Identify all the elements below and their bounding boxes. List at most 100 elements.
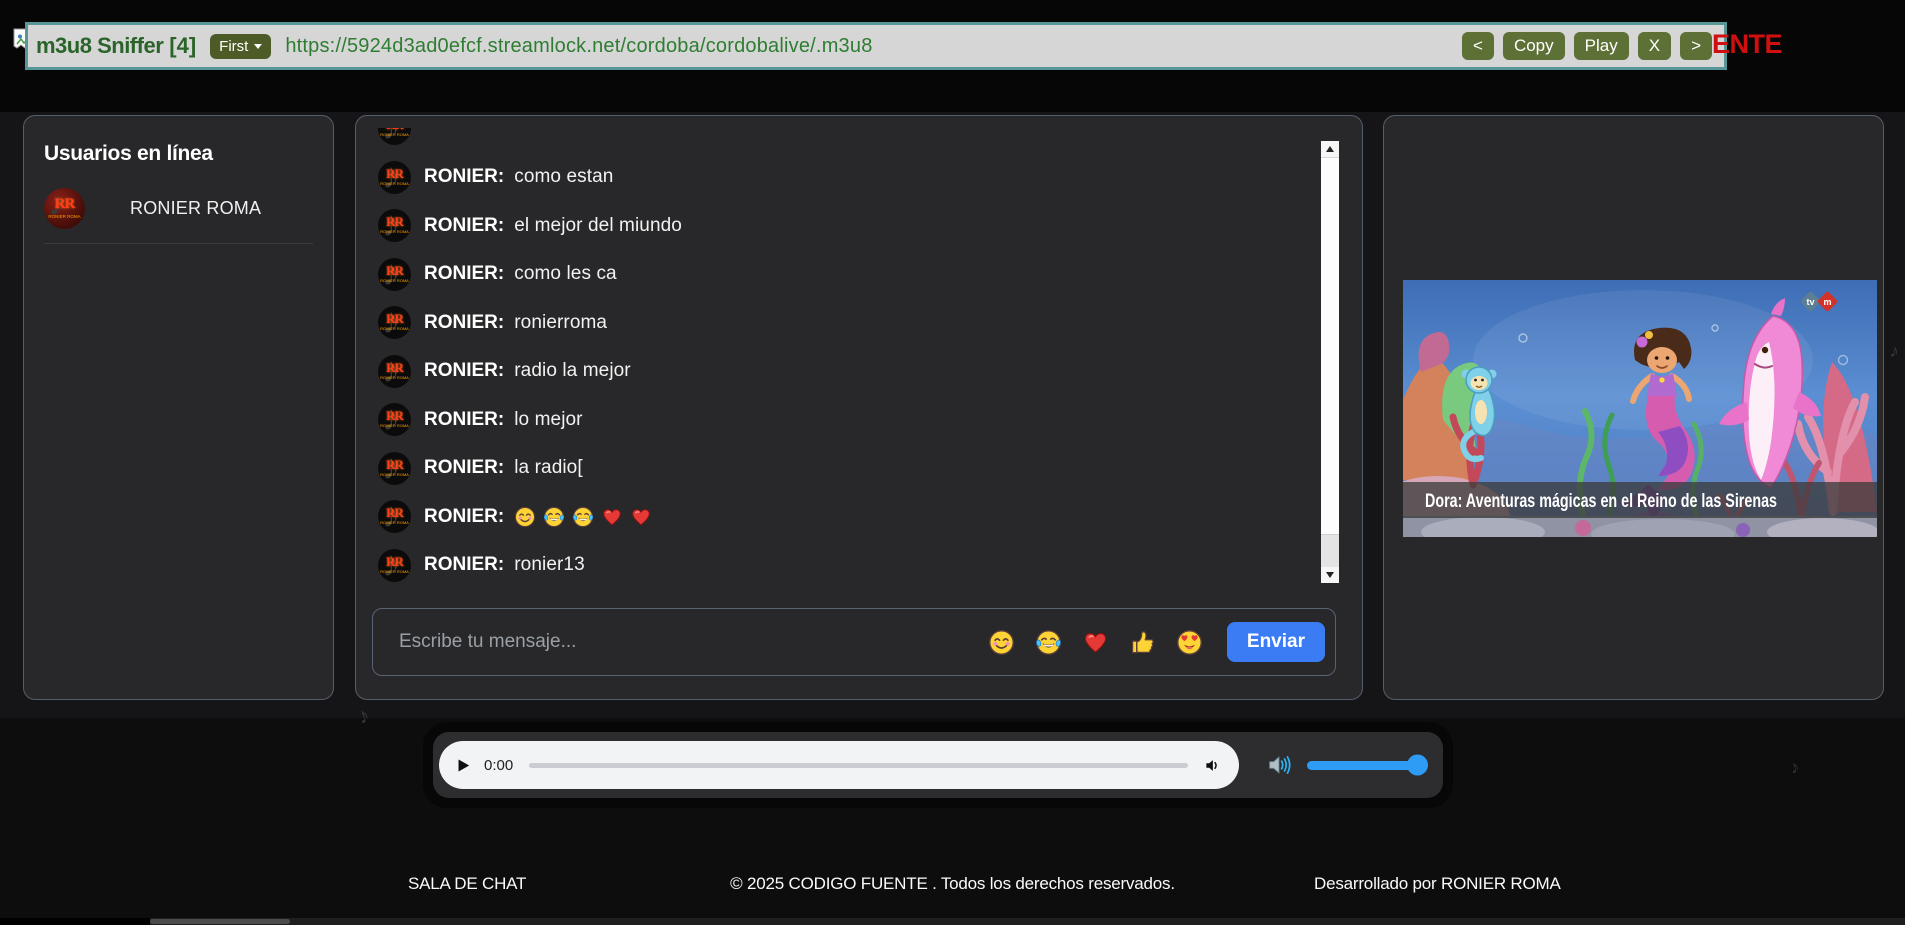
user-avatar: ♪RRRONIER ROMA — [378, 161, 411, 194]
bottom-scrollbar[interactable] — [0, 918, 1905, 925]
chat-message: ♪RRRONIER ROMA RONIER: lo mejor — [378, 403, 1312, 436]
message-text: el mejor del miundo — [514, 215, 682, 237]
footer-left-text: SALA DE CHAT — [408, 874, 526, 894]
source-select-value: First — [219, 38, 248, 55]
chat-message: ♪RRRONIER ROMA RONIER: la radio[ — [378, 452, 1312, 485]
chevron-down-icon — [254, 44, 262, 49]
chat-message: ♪RRRONIER ROMA RONIER: ronier13 — [378, 549, 1312, 582]
speaker-icon — [1267, 752, 1293, 778]
chat-panel: ♪RRRONIER ROMA ♪RRRONIER ROMA RONIER: co… — [355, 115, 1363, 700]
chat-messages-list: ♪RRRONIER ROMA ♪RRRONIER ROMA RONIER: co… — [356, 128, 1312, 598]
close-button[interactable]: X — [1638, 32, 1671, 60]
stream-url-field[interactable] — [283, 34, 1462, 59]
joy-emoji — [543, 506, 565, 528]
message-username: RONIER: — [424, 506, 504, 528]
send-button[interactable]: Enviar — [1227, 622, 1325, 662]
heart-emoji-button[interactable] — [1082, 629, 1109, 656]
play-stream-button[interactable]: Play — [1574, 32, 1629, 60]
scrollbar-track[interactable] — [1321, 535, 1339, 567]
clipped-header-text: ENTE — [1712, 29, 1782, 60]
scroll-down-button[interactable] — [1321, 567, 1339, 583]
sniffer-title: m3u8 Sniffer — [36, 33, 163, 59]
online-users-panel: Usuarios en línea ♪RRRONIER ROMA RONIER … — [23, 115, 334, 700]
message-text: como estan — [514, 166, 613, 188]
dora-artwork: Dora: Aventuras mágicas en el Reino de l… — [1403, 280, 1877, 537]
message-text: radio la mejor — [514, 360, 631, 382]
chat-app-page: ♪♪♪♫♫♪♪♪♪♪♪♪♪♪ m3u8 Sniffer [4] First < … — [0, 0, 1905, 925]
user-avatar: ♪RRRONIER ROMA — [378, 500, 411, 533]
user-avatar: ♪RRRONIER ROMA — [378, 355, 411, 388]
chat-message-partial: ♪RRRONIER ROMA — [378, 128, 1312, 145]
media-thumbnail[interactable]: Dora: Aventuras mágicas en el Reino de l… — [1403, 280, 1877, 537]
media-panel: Dora: Aventuras mágicas en el Reino de l… — [1383, 115, 1884, 700]
message-username: RONIER: — [424, 360, 504, 382]
message-input-bar: Enviar — [372, 608, 1336, 676]
music-note-icon: ♪ — [1788, 757, 1801, 777]
m3u8-sniffer-bar: m3u8 Sniffer [4] First < Copy Play X > — [25, 22, 1727, 70]
seek-bar[interactable] — [529, 763, 1188, 768]
message-text: ronier13 — [514, 554, 585, 576]
user-avatar: ♪RRRONIER ROMA — [378, 549, 411, 582]
bottom-scrollbar-corner — [0, 918, 150, 925]
joy-emoji-button[interactable] — [1035, 629, 1062, 656]
nav-prev-button[interactable]: < — [1462, 32, 1494, 60]
smile-emoji — [514, 506, 536, 528]
chat-message: ♪RRRONIER ROMA RONIER: radio la mejor — [378, 355, 1312, 388]
message-username: RONIER: — [424, 312, 504, 334]
message-username: RONIER: — [424, 263, 504, 285]
bottom-scrollbar-thumb[interactable] — [150, 919, 290, 924]
heart-emoji — [601, 506, 623, 528]
source-select[interactable]: First — [210, 34, 271, 59]
smile-emoji-button[interactable] — [988, 629, 1015, 656]
chat-message: ♪RRRONIER ROMA RONIER: como les ca — [378, 258, 1312, 291]
copy-button[interactable]: Copy — [1503, 32, 1565, 60]
footer-credit: Desarrollado por RONIER ROMA — [1314, 874, 1561, 894]
chat-message-emojis: ♪RRRONIER ROMA RONIER: — [378, 500, 1312, 533]
user-name: RONIER ROMA — [130, 198, 261, 219]
audio-player-inner: 0:00 — [433, 732, 1443, 798]
message-text: ronierroma — [514, 312, 607, 334]
user-avatar: ♪RRRONIER ROMA — [44, 188, 85, 229]
message-username: RONIER: — [424, 409, 504, 431]
chat-message: ♪RRRONIER ROMA RONIER: como estan — [378, 161, 1312, 194]
heart-eyes-emoji-button[interactable] — [1176, 629, 1203, 656]
thumbs-up-emoji-button[interactable] — [1129, 629, 1156, 656]
time-display: 0:00 — [484, 757, 513, 774]
footer-copyright: © 2025 CODIGO FUENTE . Todos los derecho… — [730, 874, 1175, 894]
sniffer-count-badge: [4] — [169, 33, 196, 59]
message-text: lo mejor — [514, 409, 582, 431]
scroll-up-button[interactable] — [1321, 141, 1339, 157]
message-text: la radio[ — [514, 457, 583, 479]
play-button[interactable] — [455, 757, 472, 774]
svg-text:m: m — [1823, 297, 1831, 307]
user-avatar: ♪RRRONIER ROMA — [378, 258, 411, 291]
media-caption: Dora: Aventuras mágicas en el Reino de l… — [1425, 491, 1777, 512]
user-avatar: ♪RRRONIER ROMA — [378, 209, 411, 242]
footer: SALA DE CHAT © 2025 CODIGO FUENTE . Todo… — [0, 860, 1905, 910]
scrollbar-thumb[interactable] — [1321, 157, 1339, 535]
volume-thumb[interactable] — [1407, 755, 1428, 776]
user-avatar: ♪RRRONIER ROMA — [378, 128, 411, 145]
chat-message: ♪RRRONIER ROMA RONIER: el mejor del miun… — [378, 209, 1312, 242]
user-avatar: ♪RRRONIER ROMA — [378, 403, 411, 436]
chat-scrollbar[interactable] — [1321, 141, 1339, 583]
user-list-item[interactable]: ♪RRRONIER ROMA RONIER ROMA — [44, 188, 313, 244]
message-username: RONIER: — [424, 554, 504, 576]
message-username: RONIER: — [424, 457, 504, 479]
message-input[interactable] — [397, 630, 968, 654]
message-text: como les ca — [514, 263, 616, 285]
chat-message: ♪RRRONIER ROMA RONIER: ronierroma — [378, 306, 1312, 339]
volume-slider[interactable] — [1307, 761, 1425, 770]
svg-text:tv: tv — [1806, 297, 1814, 307]
message-username: RONIER: — [424, 166, 504, 188]
joy-emoji — [572, 506, 594, 528]
user-avatar: ♪RRRONIER ROMA — [378, 452, 411, 485]
message-username: RONIER: — [424, 215, 504, 237]
user-avatar: ♪RRRONIER ROMA — [378, 306, 411, 339]
mute-button[interactable] — [1204, 756, 1223, 775]
heart-emoji — [630, 506, 652, 528]
audio-controls: 0:00 — [439, 741, 1239, 789]
nav-next-button[interactable]: > — [1680, 32, 1712, 60]
online-users-title: Usuarios en línea — [44, 142, 313, 166]
audio-player: 0:00 — [423, 722, 1453, 808]
